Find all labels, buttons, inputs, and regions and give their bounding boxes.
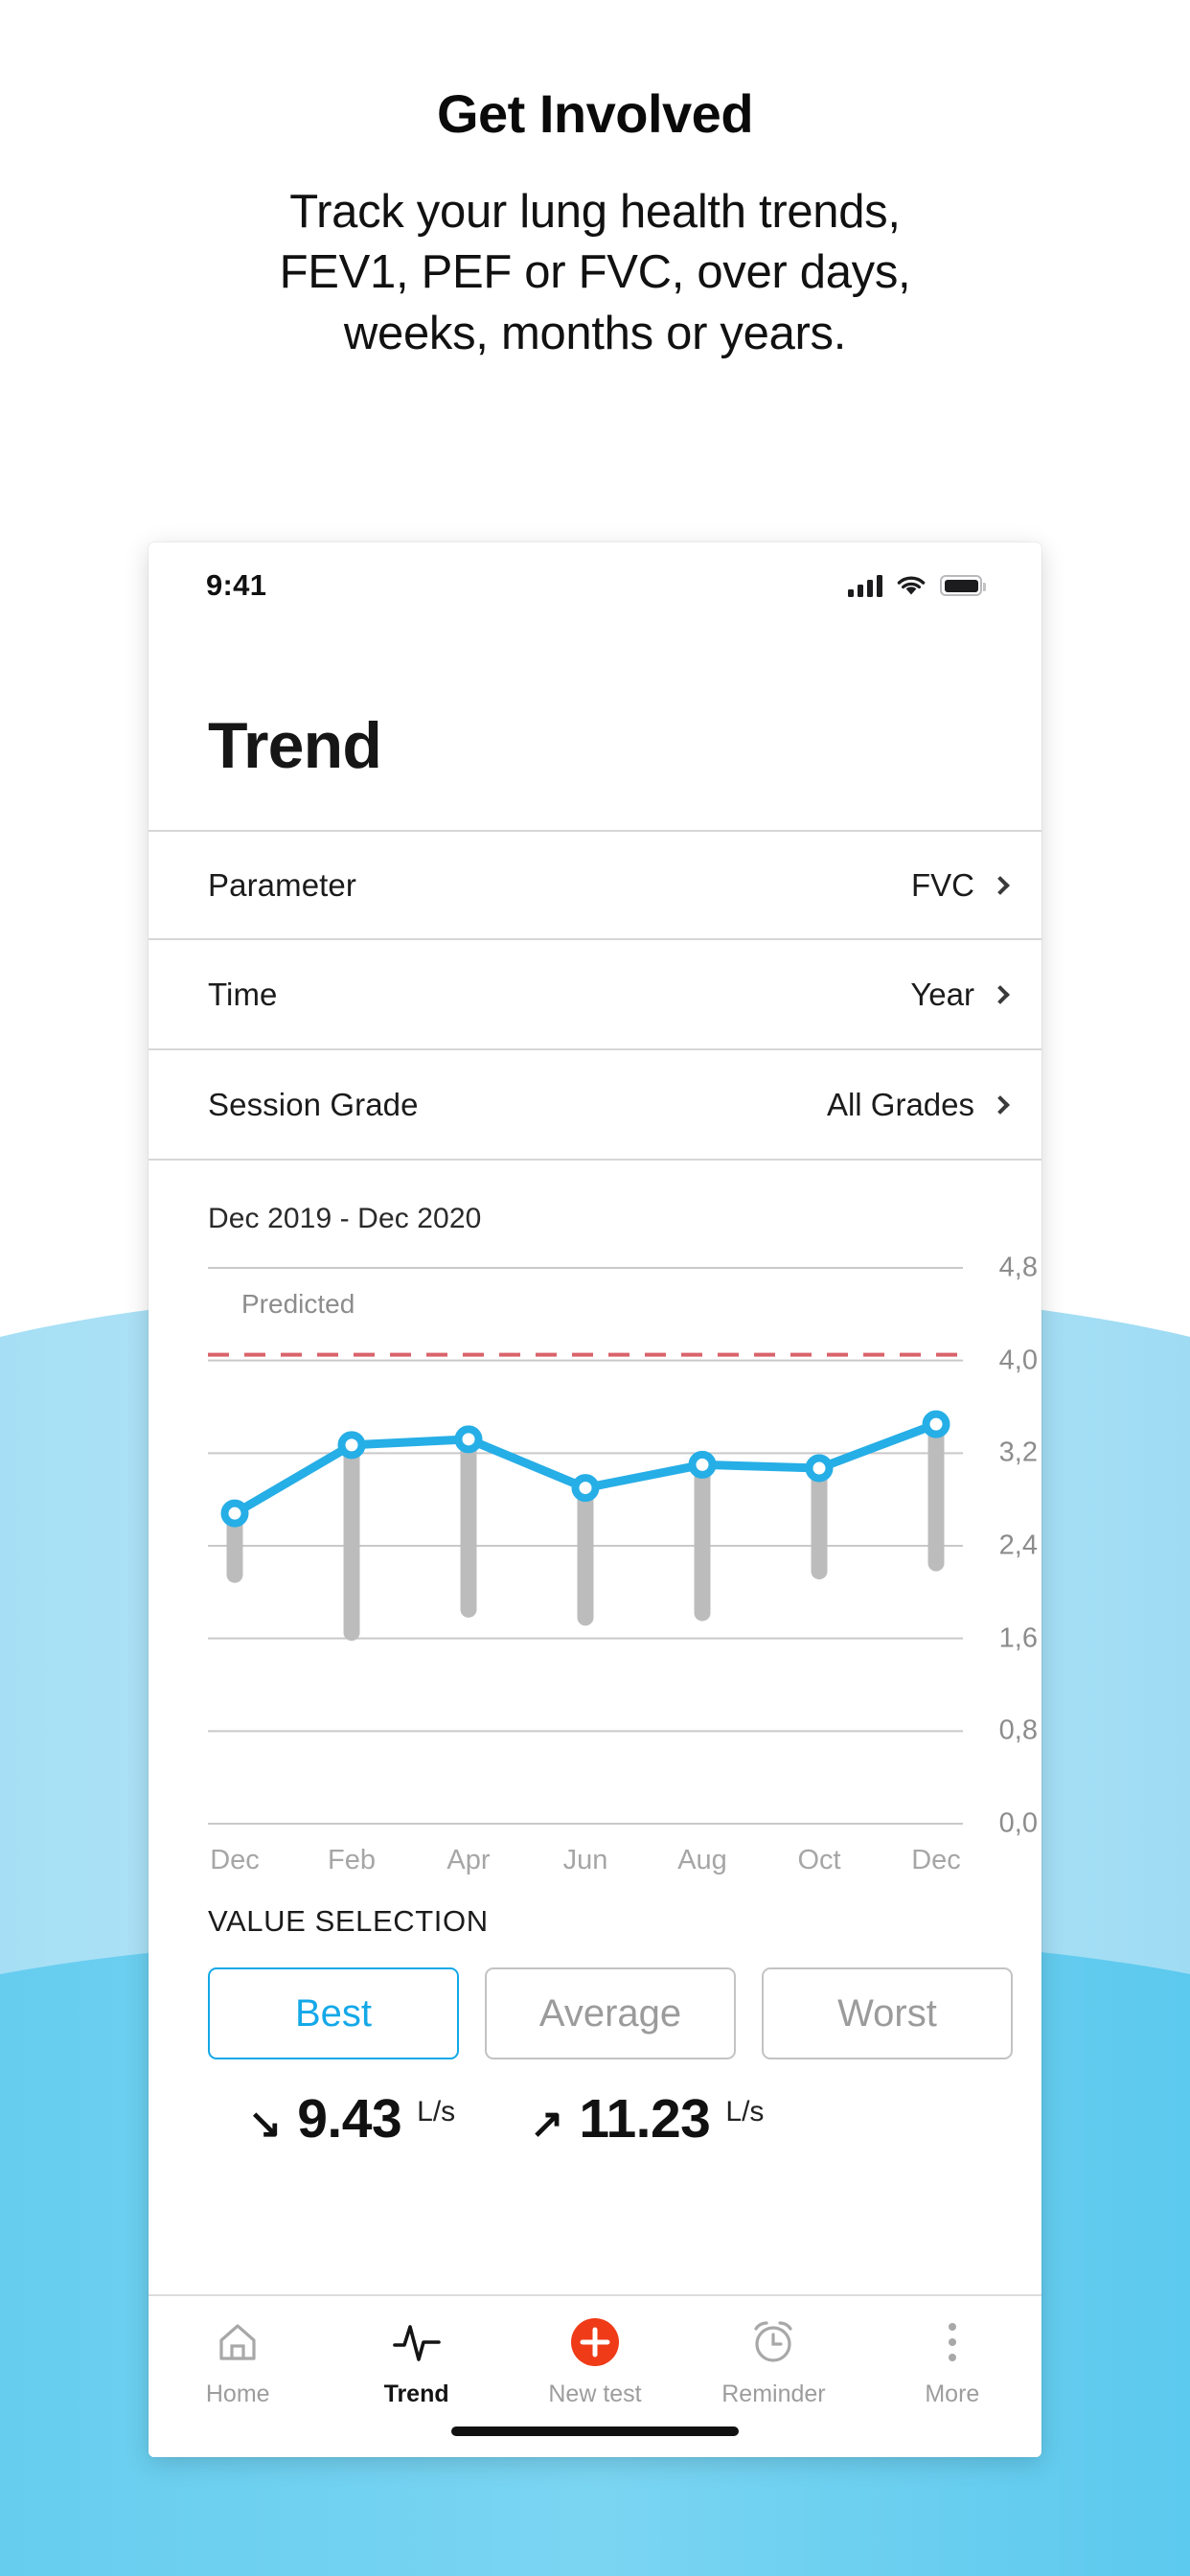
selector-row-parameter[interactable]: Parameter FVC: [149, 830, 1041, 940]
chart-x-tick: Feb: [328, 1845, 376, 1875]
selector-label-time: Time: [208, 976, 278, 1012]
cellular-signal-icon: [848, 574, 882, 597]
tab-label-reminder: Reminder: [721, 2380, 826, 2407]
readout-unit-2: L/s: [725, 2096, 765, 2128]
phone-mockup: 9:41 Trend Parameter FVC Time Year Sessi…: [149, 542, 1041, 2457]
value-selection-worst-button[interactable]: Worst: [762, 1967, 1013, 2059]
selector-value-wrap-time: Year: [910, 977, 1041, 1013]
app-screen: Trend Parameter FVC Time Year Session Gr…: [149, 629, 1041, 2457]
selector-label-parameter: Parameter: [208, 866, 356, 903]
tab-home[interactable]: Home: [149, 2317, 327, 2408]
tab-label-more: More: [925, 2380, 980, 2407]
selector-value-wrap-parameter: FVC: [911, 867, 1041, 904]
promo-header: Get Involved Track your lung health tren…: [0, 0, 1190, 365]
chart-y-tick: 4,0: [998, 1345, 1038, 1376]
readout-unit-1: L/s: [417, 2096, 456, 2128]
chevron-right-icon: [991, 1094, 1010, 1115]
promo-subtitle-line-2: FEV1, PEF or FVC, over days,: [279, 246, 911, 299]
alarm-clock-icon: [749, 2317, 797, 2367]
chart-block: Dec 2019 - Dec 2020 Predicted 4,8 4,0 3,2 2…: [149, 1203, 1041, 1875]
tab-new-test[interactable]: New test: [506, 2317, 684, 2408]
chart-y-tick: 2,4: [998, 1530, 1038, 1561]
selector-row-time[interactable]: Time Year: [149, 940, 1041, 1050]
chart-x-tick: Dec: [911, 1845, 961, 1875]
value-selection-average-button[interactable]: Average: [485, 1967, 736, 2059]
pulse-icon: [392, 2317, 442, 2367]
trend-down-arrow-icon: ↘: [248, 2101, 283, 2146]
trend-chart-canvas: [208, 1267, 963, 1825]
chart-y-axis-labels: 4,8 4,0 3,2 2,4 1,6 0,8 0,0: [971, 1253, 1041, 1839]
chart-y-tick: 3,2: [998, 1437, 1038, 1468]
page-title: Trend: [208, 709, 382, 782]
predicted-label: Predicted: [241, 1289, 355, 1319]
promo-title: Get Involved: [436, 83, 754, 144]
chart-x-tick: Aug: [677, 1845, 727, 1875]
chart-x-tick: Dec: [210, 1845, 260, 1875]
chart-y-tick: 0,0: [998, 1807, 1038, 1839]
tab-more[interactable]: More: [863, 2317, 1041, 2408]
chart-y-tick: 4,8: [998, 1252, 1038, 1283]
chart-date-range: Dec 2019 - Dec 2020: [208, 1203, 482, 1234]
trend-up-arrow-icon: ↗: [530, 2101, 564, 2146]
chart-x-tick: Oct: [797, 1845, 841, 1875]
chart-y-tick: 1,6: [998, 1622, 1038, 1654]
promo-subtitle-line-3: weeks, months or years.: [343, 307, 847, 359]
chart-x-tick: Jun: [562, 1845, 608, 1875]
value-selection-best-button[interactable]: Best: [208, 1967, 459, 2059]
tab-label-home: Home: [205, 2380, 270, 2407]
selector-label-session-grade: Session Grade: [208, 1086, 419, 1122]
trend-chart[interactable]: Predicted 4,8 4,0 3,2 2,4 1,6 0,8 0,0 Dec Feb Ap…: [208, 1253, 1041, 1875]
selector-row-session-grade[interactable]: Session Grade All Grades: [149, 1050, 1041, 1161]
chevron-right-icon: [991, 875, 1010, 895]
readout-value-1: 9.43: [297, 2088, 402, 2150]
readout-item-2: ↗ 11.23 L/s: [530, 2092, 764, 2147]
selector-value-parameter: FVC: [911, 866, 974, 903]
selector-value-wrap-session-grade: All Grades: [827, 1087, 1041, 1123]
tab-label-new-test: New test: [548, 2380, 642, 2407]
chart-y-tick: 0,8: [998, 1714, 1038, 1746]
more-dots-icon: [943, 2317, 962, 2367]
plus-circle-icon: [570, 2317, 620, 2367]
status-bar-clock: 9:41: [206, 568, 267, 602]
value-selection-block: VALUE SELECTION Best Average Worst: [149, 1904, 1041, 2059]
tab-trend[interactable]: Trend: [327, 2317, 505, 2408]
selector-list: Parameter FVC Time Year Session Grade Al…: [149, 830, 1041, 1161]
chevron-right-icon: [991, 984, 1010, 1004]
chart-x-axis-labels: Dec Feb Apr Jun Aug Oct Dec: [208, 1845, 974, 1887]
selector-value-session-grade: All Grades: [826, 1086, 974, 1122]
readout-item-1: ↘ 9.43 L/s: [248, 2092, 455, 2147]
status-bar-icons: [848, 574, 986, 597]
tab-label-trend: Trend: [383, 2380, 449, 2407]
battery-icon: [940, 575, 986, 596]
value-selection-buttons: Best Average Worst: [208, 1967, 1041, 2059]
status-bar: 9:41: [149, 542, 1041, 629]
value-selection-title: VALUE SELECTION: [208, 1904, 489, 1938]
selector-value-time: Year: [910, 976, 974, 1012]
chart-x-tick: Apr: [446, 1845, 491, 1875]
promo-subtitle-line-1: Track your lung health trends,: [289, 185, 901, 238]
promo-subtitle: Track your lung health trends, FEV1, PEF…: [0, 182, 1190, 365]
readout-value-2: 11.23: [579, 2088, 711, 2150]
wifi-icon: [897, 575, 926, 594]
home-icon: [215, 2317, 261, 2367]
home-indicator: [451, 2426, 739, 2436]
tab-reminder[interactable]: Reminder: [684, 2317, 862, 2408]
readout-row: ↘ 9.43 L/s ↗ 11.23 L/s: [149, 2092, 1041, 2147]
